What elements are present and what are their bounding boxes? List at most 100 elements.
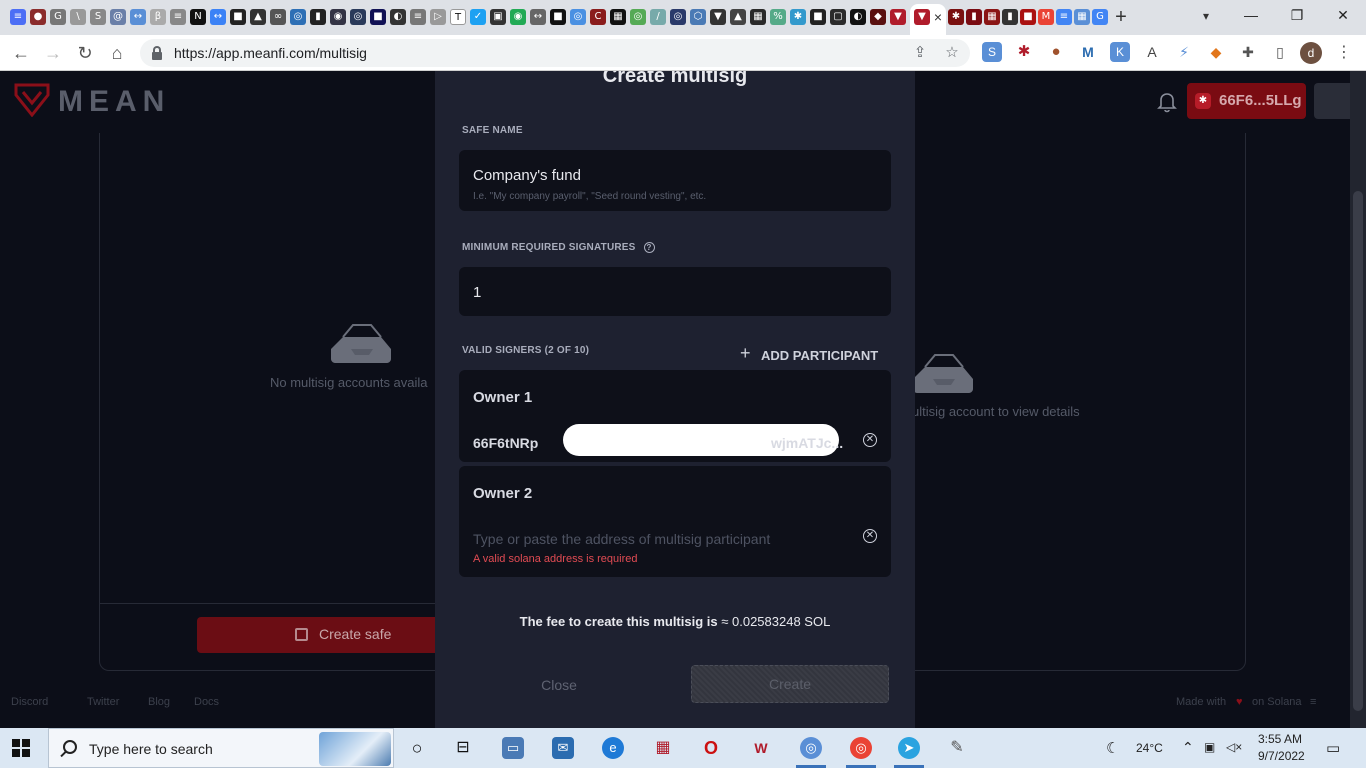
tab-favicon[interactable]: ✓	[470, 9, 486, 25]
wallet-button[interactable]: ✱ 66F6...5LLg	[1187, 83, 1306, 119]
tab-favicon[interactable]: ■	[810, 9, 826, 25]
windows-start-icon[interactable]	[12, 739, 30, 757]
minimize-button[interactable]: —	[1228, 4, 1274, 26]
tab-favicon[interactable]: ▮	[310, 9, 326, 25]
tab-favicon[interactable]: ∞	[270, 9, 286, 25]
tab-favicon[interactable]: ◉	[510, 9, 526, 25]
tab-favicon[interactable]: ▮	[966, 9, 982, 25]
edge-icon[interactable]: e	[602, 737, 624, 759]
create-safe-button[interactable]: Create safe	[197, 617, 457, 653]
remove-owner-2-icon[interactable]: ✕	[863, 529, 877, 543]
window-close-button[interactable]: ✕	[1320, 4, 1366, 26]
min-signatures-field[interactable]: 1	[459, 267, 891, 316]
task-view-icon[interactable]: ⊟	[452, 737, 474, 759]
tab-favicon[interactable]: ◐	[390, 9, 406, 25]
tab-favicon[interactable]: ◎	[350, 9, 366, 25]
tab-favicon[interactable]: ◐	[850, 9, 866, 25]
safe-name-field[interactable]: Company's fund I.e. "My company payroll"…	[459, 150, 891, 211]
taskbar-search-placeholder[interactable]: Type here to search	[89, 741, 213, 757]
notification-center-icon[interactable]: ▭	[1326, 739, 1340, 757]
weather-moon-icon[interactable]: ☾	[1106, 739, 1119, 757]
close-tab-icon[interactable]: ×	[930, 9, 946, 25]
share-icon[interactable]: ⇪	[910, 43, 930, 63]
profile-avatar[interactable]: d	[1300, 42, 1322, 64]
tab-favicon[interactable]: ▦	[1074, 9, 1090, 25]
extension-m-icon[interactable]: M	[1078, 42, 1098, 62]
tab-favicon[interactable]: ⬡	[690, 9, 706, 25]
app-menu-button[interactable]	[1314, 83, 1354, 119]
min-signatures-value[interactable]: 1	[473, 284, 481, 301]
tab-favicon[interactable]: ≡	[10, 9, 26, 25]
tab-favicon[interactable]: ↔	[210, 9, 226, 25]
tab-favicon[interactable]: ≡	[170, 9, 186, 25]
extension-plug-icon[interactable]: ⚡	[1174, 42, 1194, 62]
tab-favicon[interactable]: ◎	[670, 9, 686, 25]
tab-favicon[interactable]: ✱	[790, 9, 806, 25]
home-icon[interactable]: ⌂	[104, 40, 130, 66]
safe-name-value[interactable]: Company's fund	[473, 167, 581, 184]
extension-cookie-icon[interactable]: ●	[1046, 42, 1066, 62]
tab-favicon[interactable]: ▢	[830, 9, 846, 25]
tab-favicon[interactable]: ◎	[630, 9, 646, 25]
tab-favicon[interactable]: ▮	[1002, 9, 1018, 25]
lock-icon[interactable]	[152, 46, 162, 60]
tab-favicon[interactable]: /	[650, 9, 666, 25]
tab-favicon[interactable]: ▼	[890, 9, 906, 25]
tab-favicon[interactable]: ◉	[330, 9, 346, 25]
metamask-fox-icon[interactable]: ◆	[1206, 42, 1226, 62]
extension-a-icon[interactable]: A	[1142, 42, 1162, 62]
back-arrow-icon[interactable]: ←	[8, 40, 34, 66]
tab-favicon[interactable]: ↔	[130, 9, 146, 25]
close-button[interactable]: Close	[525, 669, 593, 701]
owner-1-address-end[interactable]: wjmATJc...	[771, 435, 843, 451]
tab-search-chevron-icon[interactable]: ▾	[1196, 6, 1216, 26]
tab-favicon[interactable]: ■	[230, 9, 246, 25]
tab-favicon[interactable]: ✱	[948, 9, 964, 25]
remove-owner-1-icon[interactable]: ✕	[863, 433, 877, 447]
tab-favicon[interactable]: T	[450, 9, 466, 25]
tab-favicon[interactable]: ◆	[870, 9, 886, 25]
network-icon[interactable]: ▣	[1204, 740, 1215, 754]
page-scrollbar[interactable]	[1350, 71, 1366, 728]
forward-arrow-icon[interactable]: →	[40, 40, 66, 66]
extension-k-icon[interactable]: K	[1110, 42, 1130, 62]
footer-twitter-link[interactable]: Twitter	[87, 696, 119, 708]
tab-favicon[interactable]: ▷	[430, 9, 446, 25]
tab-favicon[interactable]: ■	[550, 9, 566, 25]
opera-icon[interactable]: O	[700, 737, 722, 759]
new-tab-button[interactable]: +	[1110, 6, 1132, 28]
clock-date[interactable]: 9/7/2022	[1258, 749, 1305, 763]
tab-favicon[interactable]: ▦	[750, 9, 766, 25]
bookmark-star-icon[interactable]: ☆	[942, 43, 962, 63]
tab-favicon[interactable]: ▣	[490, 9, 506, 25]
gift-icon[interactable]: ▦	[652, 737, 674, 759]
tab-favicon[interactable]: G	[1092, 9, 1108, 25]
active-tab[interactable]: ▼ ×	[910, 4, 946, 35]
tab-favicon[interactable]: ▲	[250, 9, 266, 25]
file-explorer-icon[interactable]: ▭	[502, 737, 524, 759]
help-icon[interactable]: ?	[643, 242, 655, 253]
taskbar-search-box[interactable]: Type here to search	[48, 728, 394, 768]
tab-favicon[interactable]: N	[190, 9, 206, 25]
reload-icon[interactable]: ↻	[72, 40, 98, 66]
volume-mute-icon[interactable]: ◁×	[1226, 740, 1242, 754]
tab-favicon[interactable]: ≡	[1056, 9, 1072, 25]
tab-favicon[interactable]: M	[1038, 9, 1054, 25]
tab-favicon[interactable]: C	[590, 9, 606, 25]
tab-favicon[interactable]: ≡	[410, 9, 426, 25]
tray-chevron-icon[interactable]: ⌃	[1182, 739, 1194, 756]
weather-temperature[interactable]: 24°C	[1136, 741, 1163, 755]
tab-favicon[interactable]: ■	[1020, 9, 1036, 25]
tab-favicon[interactable]: ▲	[730, 9, 746, 25]
tab-favicon[interactable]: ■	[370, 9, 386, 25]
tab-favicon[interactable]: ▼	[710, 9, 726, 25]
clock-time[interactable]: 3:55 AM	[1258, 732, 1302, 746]
tab-favicon[interactable]: G	[50, 9, 66, 25]
notifications-bell-icon[interactable]	[1157, 91, 1177, 113]
tab-favicon[interactable]: ◎	[570, 9, 586, 25]
tab-favicon[interactable]: ◎	[290, 9, 306, 25]
footer-docs-link[interactable]: Docs	[194, 696, 219, 708]
wps-icon[interactable]: W	[750, 737, 772, 759]
tab-favicon[interactable]: S	[90, 9, 106, 25]
extension-s-icon[interactable]: S	[982, 42, 1002, 62]
